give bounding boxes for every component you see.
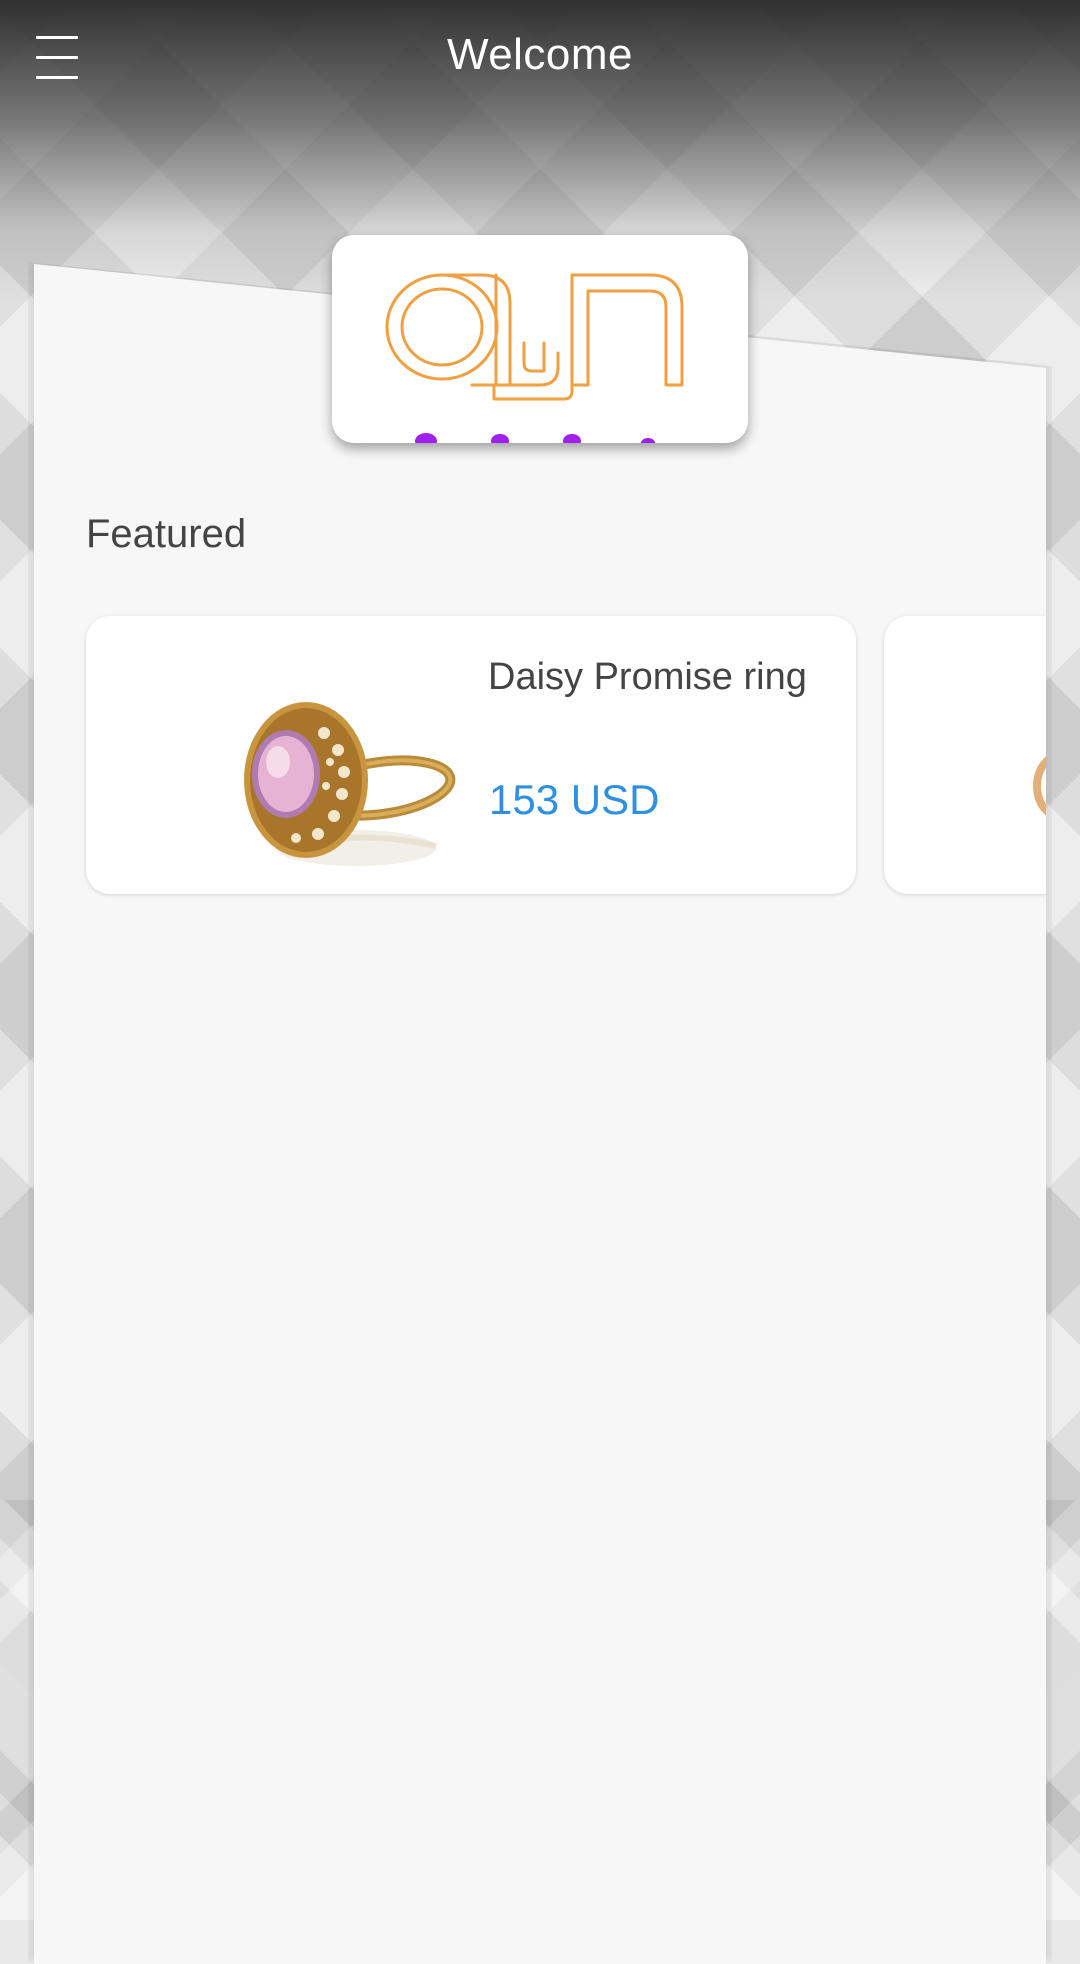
product-image-ring [244, 702, 456, 866]
brand-logo-card [332, 235, 748, 443]
app-header: Welcome [0, 0, 1080, 115]
product-name: Daisy Promise ring [488, 656, 807, 698]
product-price: 153 USD [489, 776, 660, 823]
featured-heading: Featured [86, 512, 247, 556]
featured-carousel[interactable]: Daisy Promise ring 153 USD [34, 612, 1046, 912]
product-card[interactable]: Daisy Promise ring 153 USD [86, 616, 856, 894]
product-card[interactable] [884, 616, 1046, 894]
product-image-ring [1033, 756, 1046, 816]
brand-logo [385, 273, 684, 443]
page-title: Welcome [446, 30, 634, 79]
